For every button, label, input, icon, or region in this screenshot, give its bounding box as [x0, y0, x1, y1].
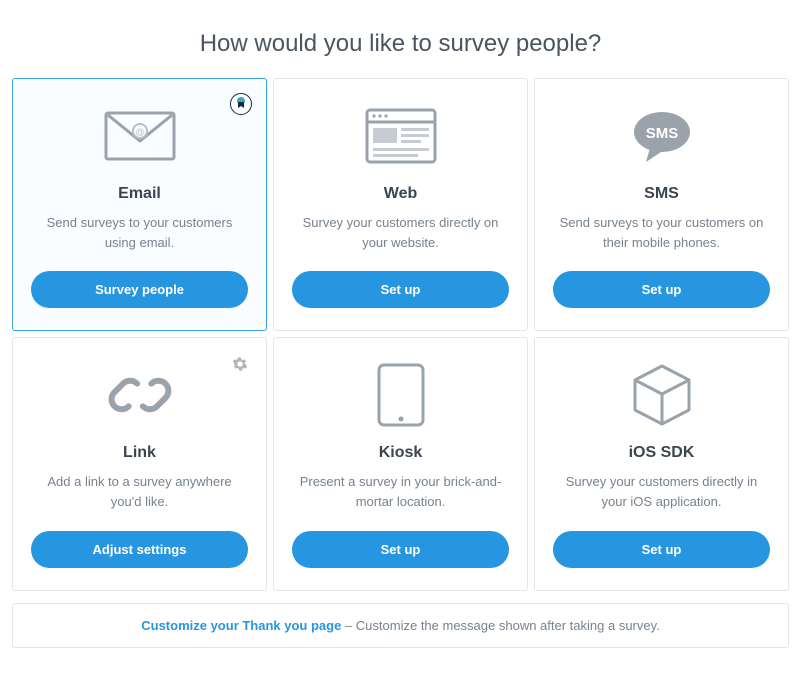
- tablet-icon: [376, 356, 426, 434]
- card-desc: Add a link to a survey anywhere you'd li…: [31, 472, 248, 512]
- card-desc: Present a survey in your brick-and-morta…: [292, 472, 509, 512]
- channel-card-link[interactable]: Link Add a link to a survey anywhere you…: [12, 337, 267, 590]
- channel-card-iossdk[interactable]: iOS SDK Survey your customers directly i…: [534, 337, 789, 590]
- card-desc: Send surveys to your customers on their …: [553, 213, 770, 253]
- envelope-icon: @: [104, 97, 176, 175]
- badge-icon: [230, 93, 252, 115]
- setup-button[interactable]: Set up: [292, 271, 509, 308]
- channel-card-web[interactable]: Web Survey your customers directly on yo…: [273, 78, 528, 331]
- footer-separator: –: [341, 618, 355, 633]
- card-desc: Send surveys to your customers using ema…: [31, 213, 248, 253]
- card-title: Email: [118, 185, 161, 203]
- adjust-settings-button[interactable]: Adjust settings: [31, 531, 248, 568]
- cube-icon: [631, 356, 693, 434]
- sms-icon: SMS: [628, 97, 696, 175]
- customize-thankyou-link[interactable]: Customize your Thank you page: [141, 618, 341, 633]
- card-title: SMS: [644, 185, 679, 203]
- channel-card-email[interactable]: @ Email Send surveys to your customers u…: [12, 78, 267, 331]
- card-desc: Survey your customers directly on your w…: [292, 213, 509, 253]
- footer-text: Customize the message shown after taking…: [356, 618, 660, 633]
- channel-grid: @ Email Send surveys to your customers u…: [0, 78, 801, 597]
- footer-bar: Customize your Thank you page – Customiz…: [12, 603, 789, 648]
- card-title: iOS SDK: [629, 444, 695, 462]
- svg-text:@: @: [135, 127, 144, 137]
- link-icon: [106, 356, 174, 434]
- survey-people-button[interactable]: Survey people: [31, 271, 248, 308]
- card-title: Web: [384, 185, 417, 203]
- card-title: Link: [123, 444, 156, 462]
- setup-button[interactable]: Set up: [553, 271, 770, 308]
- setup-button[interactable]: Set up: [553, 531, 770, 568]
- card-desc: Survey your customers directly in your i…: [553, 472, 770, 512]
- page-title: How would you like to survey people?: [0, 0, 801, 78]
- gear-icon[interactable]: [232, 356, 248, 372]
- channel-card-kiosk[interactable]: Kiosk Present a survey in your brick-and…: [273, 337, 528, 590]
- channel-card-sms[interactable]: SMS SMS Send surveys to your customers o…: [534, 78, 789, 331]
- svg-text:SMS: SMS: [645, 125, 678, 142]
- browser-icon: [365, 97, 437, 175]
- setup-button[interactable]: Set up: [292, 531, 509, 568]
- card-title: Kiosk: [379, 444, 423, 462]
